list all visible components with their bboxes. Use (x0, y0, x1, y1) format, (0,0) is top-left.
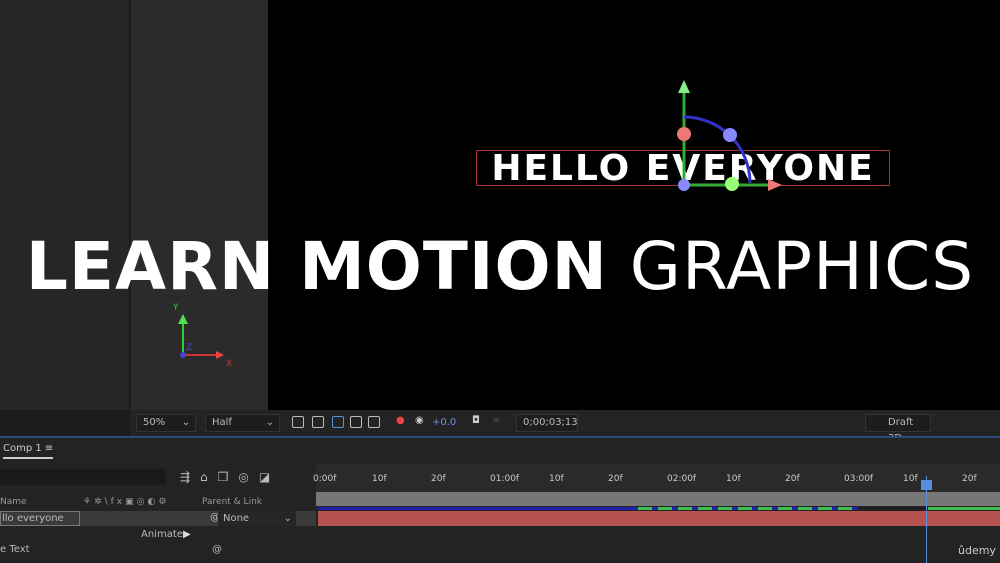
ruler-tick-label: 01:00f (490, 474, 520, 484)
overlay-headline: LEARN MOTION GRAPHICS (0, 228, 1000, 305)
chevron-down-icon: ⌄ (181, 417, 190, 428)
mask-visibility-icon[interactable] (332, 416, 344, 428)
zoom-dropdown[interactable]: 50% ⌄ (136, 414, 196, 432)
region-of-interest-icon[interactable] (350, 416, 362, 428)
cached-frames-green (928, 507, 1000, 510)
work-area-bar[interactable] (316, 492, 1000, 506)
switches-icons: ⚘✲\fx▣◎◐⚙ (83, 497, 170, 507)
udemy-watermark: ûdemy (958, 544, 996, 557)
ruler-tick-label: 20f (431, 474, 446, 484)
axis-z-label: Z (186, 343, 192, 353)
parent-value: None (223, 513, 250, 524)
side-panel: Y X Z (131, 0, 268, 410)
transparency-grid-icon[interactable] (312, 416, 324, 428)
layer-search-input[interactable] (0, 469, 166, 485)
axis-gizmo-icon: Y X Z (172, 303, 232, 369)
grid-guides-icon[interactable] (368, 416, 380, 428)
time-ruler[interactable] (316, 464, 1000, 492)
exposure-value[interactable]: +0.0 (432, 417, 456, 428)
headline-bold: LEARN MOTION (25, 228, 608, 305)
name-column-header[interactable]: Name (0, 497, 27, 507)
snapshot-icon[interactable]: ◘ (472, 415, 480, 426)
ruler-tick-label: 10f (372, 474, 387, 484)
color-channels-icon[interactable]: ● (396, 415, 405, 426)
playhead[interactable] (921, 476, 932, 563)
resolution-dropdown[interactable]: Half ⌄ (205, 414, 280, 432)
fast-preview-icon[interactable] (292, 416, 304, 428)
cached-frames-mixed (638, 507, 858, 510)
pick-whip-icon[interactable]: @ (212, 544, 222, 555)
axis-x-label: X (226, 359, 232, 369)
layer-row[interactable]: llo everyone @ None ⌄ (0, 511, 316, 526)
playhead-handle[interactable] (921, 480, 932, 490)
chevron-down-icon: ⌄ (283, 513, 292, 524)
chevron-down-icon: ⌄ (265, 417, 274, 428)
layer-duration-bar[interactable] (318, 511, 1000, 526)
ruler-tick-label: 10f (903, 474, 918, 484)
ruler-tick-label: 20f (785, 474, 800, 484)
source-text-label: e Text (0, 544, 30, 555)
draft-3d-button[interactable]: Draft 3D (865, 414, 931, 444)
show-snapshot-icon[interactable]: ∞ (492, 415, 500, 426)
play-circle-icon[interactable]: ▶ (183, 529, 191, 540)
project-panel (0, 0, 130, 410)
ruler-tick-label: 02:00f (667, 474, 697, 484)
layer-name[interactable]: llo everyone (0, 511, 80, 526)
tab-comp-1[interactable]: Comp 1 ≡ (3, 443, 54, 459)
parent-dropdown[interactable]: None ⌄ (218, 511, 296, 526)
cached-frames-blue (318, 507, 638, 510)
ruler-tick-label: 10f (549, 474, 564, 484)
menu-icon[interactable]: ≡ (45, 443, 53, 454)
animate-label: Animate: (141, 529, 187, 540)
zoom-value: 50% (143, 417, 166, 428)
headline-light: GRAPHICS (629, 228, 975, 305)
parent-column-header[interactable]: Parent & Link (202, 497, 262, 507)
transform-gizmo-icon[interactable] (648, 75, 798, 195)
timecode-display[interactable]: 0;00;03;13 (516, 414, 578, 432)
tab-label: Comp 1 (3, 443, 42, 454)
ruler-tick-label: 10f (726, 474, 741, 484)
keyframe-track (318, 507, 1000, 510)
ruler-tick-label: 20f (608, 474, 623, 484)
ruler-tick-label: 20f (962, 474, 977, 484)
timeline-switch-icons[interactable]: ⇶⌂❐◎◪ (180, 470, 280, 484)
viewer-toolbar: 50% ⌄ Half ⌄ ● ◉ +0.0 ◘ ∞ 0;00;03;13 Draft… (130, 410, 1000, 444)
ruler-tick-label: 03:00f (844, 474, 874, 484)
resolution-value: Half (212, 417, 232, 428)
composition-viewer[interactable]: HELLO EVERYONE (268, 0, 1000, 410)
reset-exposure-icon[interactable]: ◉ (415, 415, 424, 426)
ruler-tick-label: 0:00f (313, 474, 337, 484)
